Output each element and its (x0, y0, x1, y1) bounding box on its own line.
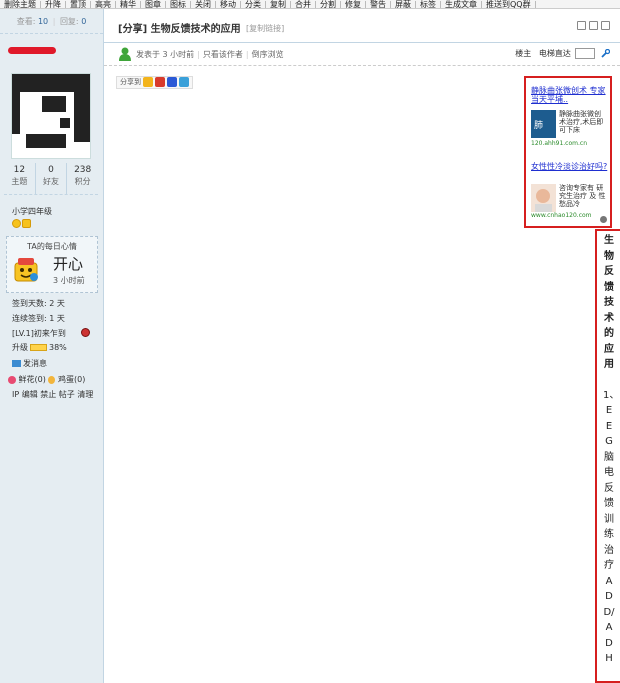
flower-icon[interactable] (8, 375, 16, 384)
author-only-link[interactable]: 只看该作者 (203, 50, 243, 59)
toolbar-item-3[interactable]: 高亮 (91, 1, 116, 8)
wrench-icon[interactable] (601, 49, 610, 58)
egg-icon[interactable] (48, 375, 56, 384)
toolbar-item-13[interactable]: 修复 (341, 1, 366, 8)
toolbar-item-2[interactable]: 置顶 (66, 1, 91, 8)
post-header: [分享] 生物反馈技术的应用 [复制链接] (104, 9, 620, 43)
signin-level: [LV.1]初来乍到 (12, 329, 66, 338)
author-counts: 12 主题 0 好友 238 积分 (4, 163, 98, 195)
toolbar-item-12[interactable]: 分割 (316, 1, 341, 8)
svg-text:肺: 肺 (534, 120, 543, 131)
author-sidebar: 查看: 10 | 回复: 0 12 主题 0 好友 238 积分 小学四年级 T… (0, 9, 104, 683)
ad-link-2[interactable]: 女性性冷淡诊治好吗? (531, 162, 609, 171)
toolbar-item-10[interactable]: 复制 (266, 1, 291, 8)
toolbar-item-9[interactable]: 分类 (241, 1, 266, 8)
signin-level-icon (81, 328, 90, 337)
print-icon[interactable] (577, 21, 586, 30)
ad-thumb-1[interactable]: 肺 (531, 110, 556, 138)
ad-box: 静脉曲张微创术 专家当天平埔.. 肺 静脉曲张微创术治疗,术后即可下床 120.… (524, 76, 612, 228)
toolbar-item-6[interactable]: 图标 (166, 1, 191, 8)
floor-label: 楼主 (515, 49, 532, 58)
toolbar-item-16[interactable]: 标签 (416, 1, 441, 8)
jump-label: 电梯直达 (538, 49, 571, 58)
admin-links[interactable]: IP 编辑 禁止 帖子 清理 (12, 390, 93, 400)
post-content: 生物反馈技术的应用 1、EEG脑电反馈训练治疗ADD/ADH (595, 229, 620, 683)
avatar[interactable] (11, 73, 91, 159)
jump-floor-input[interactable] (575, 48, 596, 59)
thread-stats: 查看: 10 | 回复: 0 (0, 9, 103, 34)
toolbar-item-14[interactable]: 警告 (366, 1, 391, 8)
paw-icon[interactable] (600, 216, 607, 223)
ad-url-2[interactable]: www.cnhao120.com (531, 212, 592, 219)
toolbar-item-4[interactable]: 精华 (116, 1, 141, 8)
tencent-share-icon[interactable] (179, 77, 189, 87)
baidu-share-icon[interactable] (167, 77, 177, 87)
message-icon (12, 360, 21, 367)
ad-url-1[interactable]: 120.ahh91.com.cn (531, 140, 587, 147)
prev-thread-icon[interactable] (589, 21, 598, 30)
view-count: 10 (37, 17, 49, 26)
ad-desc-2: 咨询专家有 研究生治疗 及 性愁品冷 (559, 184, 606, 208)
flower-egg: 鲜花(0) 鸡蛋(0) (8, 375, 85, 385)
copy-link-button[interactable]: [复制链接] (246, 23, 284, 34)
upgrade-progress: 升级 38% (12, 343, 67, 352)
count-points[interactable]: 238 积分 (67, 163, 98, 194)
header-actions (574, 21, 610, 33)
toolbar-item-5[interactable]: 图章 (141, 1, 166, 8)
signin-consecutive: 连续签到: 1 天 (12, 314, 65, 323)
toolbar-item-8[interactable]: 移动 (216, 1, 241, 8)
online-status-icon (119, 47, 131, 61)
count-topics[interactable]: 12 主题 (4, 163, 36, 194)
ad-link-1[interactable]: 静脉曲张微创术 专家当天平埔.. (531, 86, 609, 104)
daily-mood: TA的每日心情 开心 3 小时前 (6, 236, 98, 293)
ad-desc-1: 静脉曲张微创术治疗,术后即可下床 (559, 110, 604, 134)
ad-thumb-2[interactable] (531, 184, 556, 212)
egg-link[interactable]: 鸡蛋(0) (58, 375, 85, 384)
signin-days: 签到天数: 2 天 (12, 299, 65, 308)
admin-toolbar: 删除主题 升降 置顶 高亮 精华 图章 图标 关闭 移动 分类 复制 合并 分割 修复 警告 屏蔽 标签 生成文章… (0, 0, 620, 9)
star-medal-icon[interactable] (22, 219, 31, 228)
page-title: [分享] 生物反馈技术的应用 (118, 24, 241, 35)
toolbar-item-15[interactable]: 屏蔽 (391, 1, 416, 8)
content-heading: 生物反馈技术的应用 (604, 235, 614, 370)
post-time: 发表于 3 小时前 (136, 50, 195, 59)
reverse-order-link[interactable]: 倒序浏览 (252, 50, 284, 59)
user-level[interactable]: 小学四年级 (12, 206, 52, 217)
toolbar-item-0[interactable]: 删除主题 (0, 1, 41, 8)
toolbar-item-18[interactable]: 推送到QQ群 (482, 1, 536, 8)
upgrade-bar (30, 344, 47, 351)
count-friends[interactable]: 0 好友 (36, 163, 68, 194)
qzone-share-icon[interactable] (143, 77, 153, 87)
toolbar-item-17[interactable]: 生成文章 (441, 1, 482, 8)
send-message-link[interactable]: 发消息 (12, 359, 47, 369)
mood-time: 3 小时前 (53, 276, 85, 285)
mood-word: 开心 (53, 255, 84, 273)
toolbar-item-11[interactable]: 合并 (291, 1, 316, 8)
flower-link[interactable]: 鲜花(0) (19, 375, 46, 384)
medals (12, 219, 32, 229)
mood-happy-icon (14, 258, 38, 282)
share-bar: 分享到 (116, 76, 193, 89)
next-thread-icon[interactable] (601, 21, 610, 30)
toolbar-item-7[interactable]: 关闭 (191, 1, 216, 8)
smile-medal-icon[interactable] (12, 219, 21, 228)
author-username-redacted[interactable] (8, 47, 56, 54)
weibo-share-icon[interactable] (155, 77, 165, 87)
post-meta: 发表于 3 小时前 | 只看该作者 | 倒序浏览 楼主 电梯直达 (104, 44, 620, 66)
content-body: 1、EEG脑电反馈训练治疗ADD/ADH (603, 389, 620, 665)
reply-count: 0 (81, 17, 87, 26)
toolbar-item-1[interactable]: 升降 (41, 1, 66, 8)
